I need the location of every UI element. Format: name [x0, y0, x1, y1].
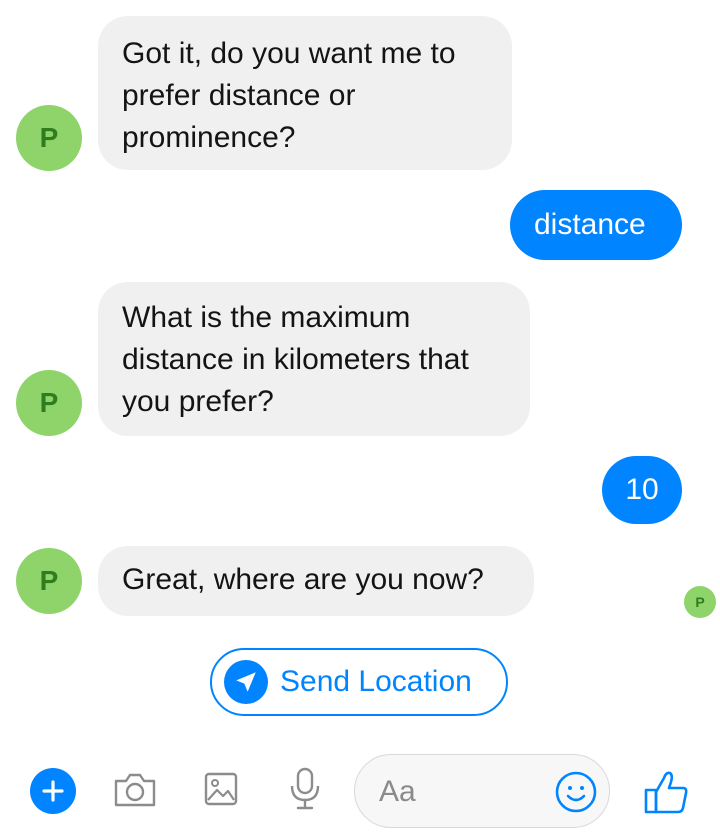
bot-avatar[interactable]: P: [16, 548, 82, 614]
chat-screen: Got it, do you want me to prefer distanc…: [0, 0, 720, 837]
microphone-icon[interactable]: [280, 764, 330, 814]
composer-bar: [0, 750, 720, 830]
bot-avatar[interactable]: P: [16, 370, 82, 436]
image-icon[interactable]: [196, 764, 246, 814]
message-text: distance: [534, 208, 646, 241]
outgoing-message: 10: [602, 456, 682, 524]
location-arrow-icon: [224, 660, 268, 704]
message-text: Got it, do you want me to prefer distanc…: [122, 37, 456, 154]
incoming-message: Great, where are you now?: [98, 546, 534, 616]
message-text: 10: [625, 473, 659, 506]
emoji-icon[interactable]: [553, 769, 599, 815]
message-input-field[interactable]: [354, 754, 610, 828]
send-location-button[interactable]: Send Location: [210, 648, 508, 716]
bot-avatar[interactable]: P: [16, 105, 82, 171]
incoming-message: Got it, do you want me to prefer distanc…: [98, 16, 512, 170]
plus-icon[interactable]: [30, 768, 76, 814]
message-text: What is the maximum distance in kilomete…: [122, 301, 469, 418]
incoming-message: What is the maximum distance in kilomete…: [98, 282, 530, 436]
camera-icon[interactable]: [110, 764, 160, 814]
message-text: Great, where are you now?: [122, 563, 484, 596]
read-receipt-avatar: P: [684, 586, 716, 618]
send-location-label: Send Location: [280, 665, 472, 698]
outgoing-message: distance: [510, 190, 682, 260]
message-input[interactable]: [379, 773, 559, 811]
thumbs-up-icon[interactable]: [638, 764, 694, 820]
